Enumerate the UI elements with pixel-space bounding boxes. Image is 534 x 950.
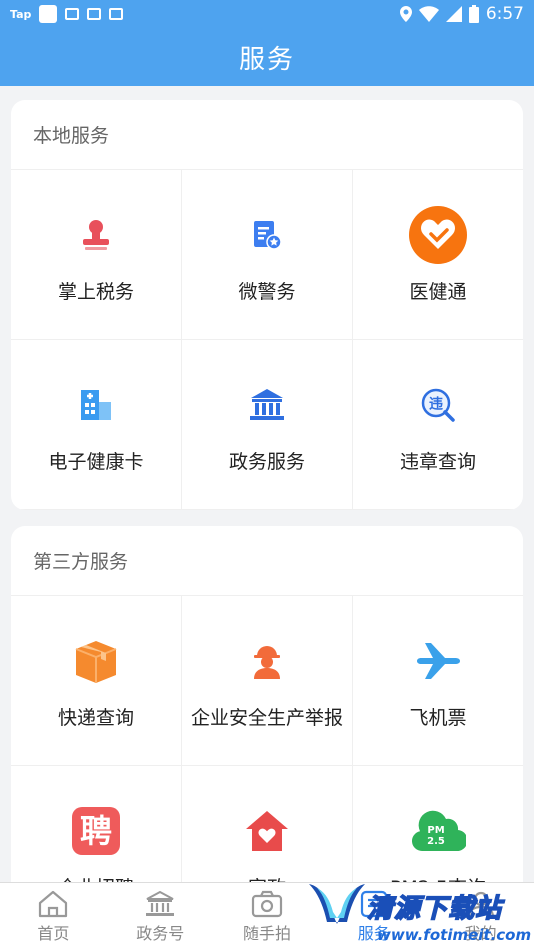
service-health-card[interactable]: 电子健康卡 (11, 340, 182, 510)
violation-search-icon: 违 (408, 375, 468, 435)
local-services-card: 本地服务 掌上税务 微警务 医健通 电子健康卡 政务服务 违 违章查询 (11, 100, 523, 510)
signal-icon (445, 6, 462, 22)
battery-icon (468, 5, 479, 23)
service-violation[interactable]: 违 违章查询 (353, 340, 523, 510)
service-express[interactable]: 快递查询 (11, 596, 182, 766)
third-party-services-card: 第三方服务 快递查询 企业安全生产举报 飞机票 聘 企业招聘 (11, 526, 523, 906)
service-label: 违章查询 (399, 451, 476, 473)
service-label: 掌上税务 (57, 281, 134, 303)
watermark-logo-icon (309, 884, 365, 924)
service-tax[interactable]: 掌上税务 (11, 170, 182, 340)
watermark-text: 清源下载站 (366, 893, 503, 925)
mail-icon (87, 8, 102, 20)
watermark-url: www.fotimeit.com (377, 926, 532, 944)
watermark: 清源下载站 www.fotimeit.com (305, 878, 531, 948)
status-bar: Tap 6:57 (0, 0, 534, 28)
government-icon (146, 890, 175, 916)
notification-icon (39, 5, 58, 23)
app-label: Tap (10, 7, 32, 21)
clock: 6:57 (485, 4, 524, 24)
service-label: 政务服务 (228, 451, 305, 473)
service-label: 微警务 (238, 281, 296, 303)
tab-label: 首页 (37, 923, 70, 943)
page-title: 服务 (238, 44, 295, 75)
app-a-icon (109, 8, 124, 20)
service-label: 快递查询 (57, 707, 134, 729)
tab-label: 随手拍 (242, 923, 291, 943)
recruit-glyph: 聘 (80, 812, 112, 850)
service-label: 企业安全生产举报 (190, 707, 343, 729)
camera-icon (251, 890, 283, 917)
home-icon (39, 890, 68, 917)
hospital-icon (66, 375, 126, 435)
service-government[interactable]: 政务服务 (182, 340, 353, 510)
government-building-icon (237, 375, 297, 435)
service-police[interactable]: 微警务 (182, 170, 353, 340)
stamp-icon (66, 205, 126, 265)
pm25-cloud-icon: PM 2.5 (408, 801, 468, 861)
service-safety-report[interactable]: 企业安全生产举报 (182, 596, 353, 766)
svg-text:2.5: 2.5 (427, 836, 445, 847)
police-doc-icon (237, 205, 297, 265)
tab-label: 政务号 (136, 923, 185, 943)
mail-icon (65, 8, 80, 20)
service-flight[interactable]: 飞机票 (353, 596, 523, 766)
title-bar: 服务 (0, 28, 534, 86)
tab-government[interactable]: 政务号 (107, 883, 214, 950)
worker-icon (237, 631, 297, 691)
svg-text:违: 违 (429, 396, 443, 413)
service-label: 飞机票 (409, 707, 467, 729)
heart-icon (408, 205, 468, 265)
svg-text:PM: PM (427, 825, 444, 836)
recruit-icon: 聘 (66, 801, 126, 861)
service-health[interactable]: 医健通 (353, 170, 523, 340)
package-icon (66, 631, 126, 691)
service-label: 电子健康卡 (48, 451, 144, 473)
section-title: 本地服务 (11, 100, 523, 170)
airplane-icon (408, 631, 468, 691)
location-icon (399, 6, 412, 22)
section-title: 第三方服务 (11, 526, 523, 596)
service-label: 医健通 (409, 281, 467, 303)
house-heart-icon (237, 801, 297, 861)
wifi-icon (418, 6, 439, 22)
tab-home[interactable]: 首页 (0, 883, 107, 950)
